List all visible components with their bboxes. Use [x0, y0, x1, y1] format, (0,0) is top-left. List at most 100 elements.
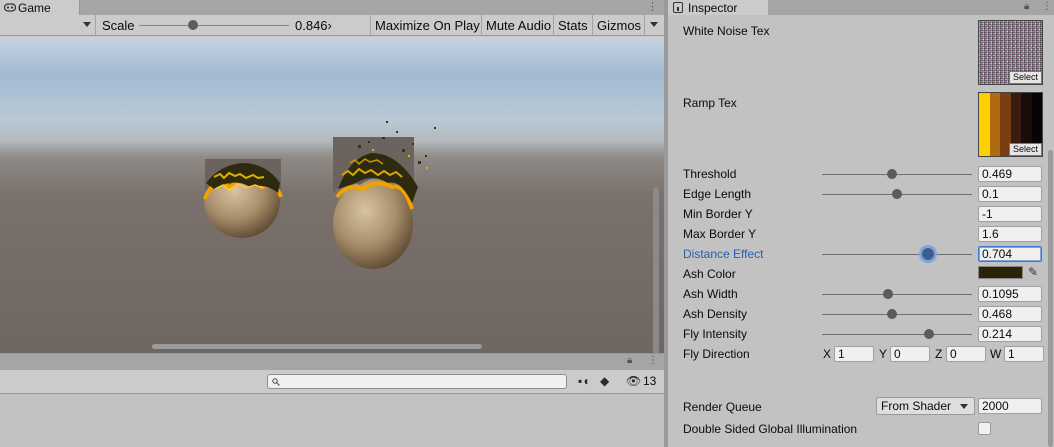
lock-icon[interactable]: 🔒︎ [627, 355, 632, 366]
kebab-menu-icon[interactable]: ⋮ [647, 0, 658, 15]
maximize-on-play-button[interactable]: Maximize On Play [370, 15, 481, 36]
vector-x-label: X [823, 347, 832, 361]
hidden-count: 13 [643, 374, 657, 388]
fly-direction-y-field[interactable]: 0 [890, 346, 930, 362]
distance-effect-slider[interactable] [822, 254, 972, 255]
threshold-field[interactable]: 0.469 [978, 166, 1042, 182]
inspector-tab-bar: Inspector 🔒︎ ⋮ [668, 0, 1054, 15]
vector-y-label: Y [879, 347, 888, 361]
white-noise-tex-label: White Noise Tex [683, 24, 770, 38]
gizmos-dropdown[interactable] [644, 15, 664, 36]
max-border-y-field[interactable]: 1.6 [978, 226, 1042, 242]
prop-label: Edge Length [683, 187, 752, 201]
prop-label: Distance Effect [683, 247, 764, 261]
game-toolbar: Scale 0.846› Maximize On Play Mute Audio… [0, 15, 664, 36]
render-queue-label: Render Queue [683, 400, 762, 414]
prop-label: Min Border Y [683, 207, 753, 221]
ash-color-swatch[interactable] [978, 266, 1023, 279]
console-panel: 🔒︎ ⋮ ▪◖ ◆ 👁︎ 13 [0, 353, 664, 447]
console-header: 🔒︎ ⋮ [0, 354, 664, 370]
info-icon [673, 2, 683, 13]
viewport-vertical-scrollbar[interactable] [653, 187, 659, 353]
vector-z-label: Z [935, 347, 943, 361]
inspector-scrollbar[interactable] [1048, 150, 1053, 447]
viewport-horizontal-scrollbar[interactable] [152, 344, 482, 349]
vector-w-label: W [990, 347, 1002, 361]
render-queue-dropdown[interactable]: From Shader [876, 397, 975, 415]
ramp-tex-label: Ramp Tex [683, 96, 737, 110]
kebab-menu-icon[interactable]: ⋮ [648, 355, 658, 366]
ramp-swatch-0 [979, 93, 990, 156]
stats-label: Stats [558, 18, 588, 33]
scale-slider-handle[interactable] [188, 20, 198, 30]
kebab-menu-icon[interactable]: ⋮ [1042, 1, 1052, 12]
ash-density-field[interactable]: 0.468 [978, 306, 1042, 322]
min-border-y-field[interactable]: -1 [978, 206, 1042, 222]
dsgi-checkbox[interactable] [978, 422, 991, 435]
ash-density-slider-handle[interactable] [887, 309, 898, 319]
prop-label: Threshold [683, 167, 737, 181]
scene-render [203, 121, 436, 269]
mute-audio-button[interactable]: Mute Audio [481, 15, 553, 36]
prop-label: Fly Intensity [683, 327, 748, 341]
tab-inspector-label: Inspector [688, 0, 738, 15]
threshold-slider-handle[interactable] [887, 169, 898, 179]
tab-game-label: Game [18, 0, 51, 15]
render-queue-field[interactable]: 2000 [978, 398, 1042, 414]
tab-inspector[interactable]: Inspector [668, 0, 768, 15]
fly-intensity-slider[interactable] [822, 334, 972, 335]
distance-effect-field[interactable]: 0.704 [978, 246, 1042, 262]
mute-audio-label: Mute Audio [486, 18, 552, 33]
white-noise-texture-slot[interactable]: Select [978, 20, 1043, 85]
gizmos-label: Gizmos [597, 18, 642, 33]
render-queue-mode: From Shader [881, 399, 952, 413]
dissolving-sphere-right [333, 121, 436, 269]
chevron-down-icon [960, 404, 968, 409]
scale-slider-track[interactable] [139, 25, 289, 26]
maximize-on-play-label: Maximize On Play [375, 18, 480, 33]
edge-length-slider-handle[interactable] [892, 189, 902, 199]
console-toolbar: ▪◖ ◆ 👁︎ 13 [0, 370, 664, 394]
ash-width-slider-handle[interactable] [883, 289, 893, 299]
fly-direction-z-field[interactable]: 0 [946, 346, 986, 362]
edge-length-field[interactable]: 0.1 [978, 186, 1042, 202]
threshold-slider[interactable] [822, 174, 972, 175]
lock-icon[interactable]: 🔒︎ [1024, 1, 1029, 12]
select-button[interactable]: Select [1008, 143, 1042, 156]
select-button[interactable]: Select [1008, 71, 1042, 84]
ash-width-field[interactable]: 0.1095 [978, 286, 1042, 302]
ramp-swatch-1 [989, 93, 1000, 156]
gizmos-button[interactable]: Gizmos [592, 15, 644, 36]
distance-effect-slider-handle[interactable] [921, 248, 934, 260]
ash-density-slider[interactable] [822, 314, 972, 315]
eyedropper-icon[interactable]: ✎ [1028, 265, 1038, 279]
game-viewport[interactable] [0, 37, 664, 353]
chevron-down-icon [83, 22, 91, 27]
dsgi-label: Double Sided Global Illumination [683, 422, 858, 436]
ash-width-slider[interactable] [822, 294, 972, 295]
tag-icon[interactable]: ◆ [600, 374, 609, 388]
fly-direction-w-field[interactable]: 1 [1004, 346, 1044, 362]
ramp-texture-slot[interactable]: Select [978, 92, 1043, 157]
scale-value: 0.846› [295, 18, 332, 33]
fly-direction-x-field[interactable]: 1 [834, 346, 874, 362]
tab-game[interactable]: Game [0, 0, 80, 15]
search-icon [272, 378, 280, 386]
fly-intensity-slider-handle[interactable] [923, 329, 934, 339]
game-tab-bar: Game ⋮ [0, 0, 664, 15]
gamepad-icon [4, 3, 16, 12]
search-input[interactable] [267, 374, 567, 389]
prop-label: Ash Width [683, 287, 738, 301]
stats-button[interactable]: Stats [553, 15, 592, 36]
visibility-icon[interactable]: 👁︎ [626, 374, 641, 388]
prop-label: Max Border Y [683, 227, 757, 241]
prop-label: Ash Density [683, 307, 748, 321]
scale-label: Scale [102, 18, 135, 33]
display-dropdown[interactable] [0, 15, 95, 36]
prop-label: Fly Direction [683, 347, 750, 361]
dissolving-sphere-left [203, 159, 283, 238]
chevron-down-icon [650, 22, 658, 27]
filter-type-icon[interactable]: ▪◖ [578, 374, 590, 388]
prop-label: Ash Color [683, 267, 736, 281]
fly-intensity-field[interactable]: 0.214 [978, 326, 1042, 342]
